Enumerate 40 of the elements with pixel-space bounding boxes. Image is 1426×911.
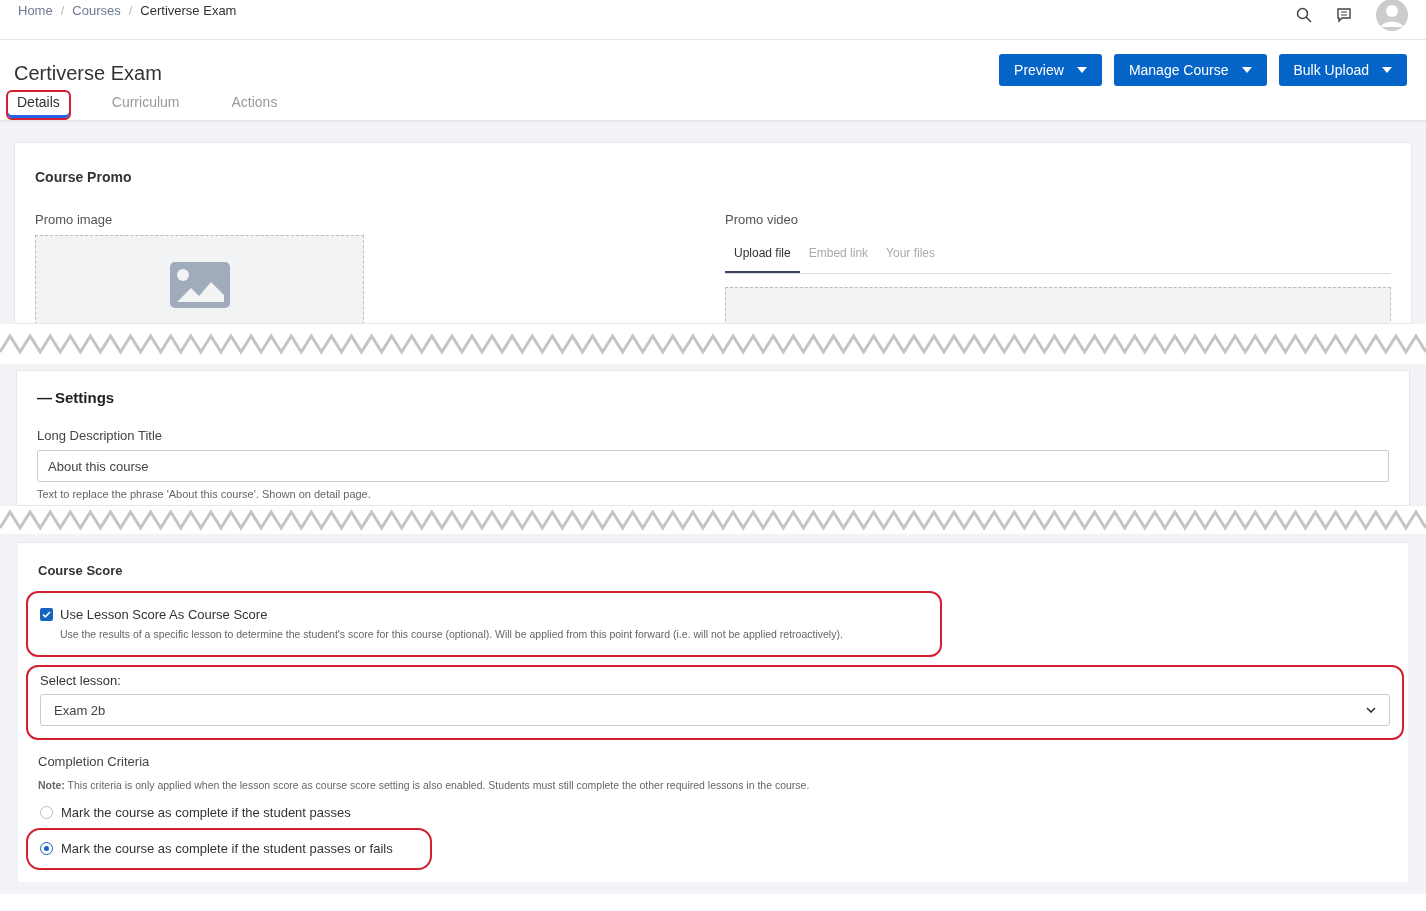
field-label: Long Description Title [37, 426, 163, 445]
text-field[interactable]: About this course [37, 450, 1389, 482]
help-text: Text to replace the phrase 'About this course'. Shown on detail page. [37, 487, 372, 502]
select-field[interactable]: Exam 2b [40, 694, 1390, 727]
dropdown-button[interactable]: Manage Course [1113, 54, 1267, 86]
section-title: Settings [55, 388, 115, 408]
collapse-toggle[interactable]: — [37, 387, 52, 410]
breadcrumb-link[interactable]: Home [18, 0, 53, 21]
breadcrumb-separator: / [60, 1, 65, 20]
section-title: Course Promo [35, 168, 133, 187]
dropdown-button[interactable]: Bulk Upload [1278, 54, 1407, 86]
checkbox[interactable] [40, 607, 53, 621]
dropdown-button[interactable]: Preview [999, 54, 1102, 86]
caret-icon [1076, 67, 1087, 73]
field-label: Promo image [35, 211, 114, 229]
select-value: Exam 2b [54, 701, 106, 720]
radio-label: Mark the course as complete if the student passes or fails [61, 840, 393, 858]
tab[interactable]: Curriculum [100, 90, 191, 120]
chevron-down-icon [1366, 707, 1376, 714]
checkbox-label: Use Lesson Score As Course Score [60, 605, 268, 624]
tab[interactable]: Actions [220, 90, 289, 120]
breadcrumb-link[interactable]: Certiverse Exam [140, 0, 237, 21]
image-icon [169, 261, 230, 308]
caret-icon [1382, 67, 1392, 73]
field-label: Completion Criteria [38, 753, 151, 772]
check-icon [42, 609, 51, 619]
breadcrumb-separator: / [128, 1, 133, 20]
field-label: Select lesson: [40, 671, 122, 690]
tab[interactable]: Upload file [725, 243, 800, 273]
page-title: Certiverse Exam [14, 61, 162, 86]
tab[interactable]: Details [6, 90, 71, 120]
note-text: Note: This criteria is only applied when the lesson score as course score setting is also enabled. Students must still complete the other required lessons in the course. [38, 777, 811, 793]
caret-icon [1241, 67, 1252, 73]
field-label: Promo video [725, 211, 799, 229]
search-icon[interactable] [1296, 6, 1312, 23]
breadcrumb-link[interactable]: Courses [72, 0, 121, 21]
help-text: Use the results of a specific lesson to determine the student's score for this course (optional). Will be applied from this point forward (i.e. will not be applied retroactively). [59, 627, 844, 642]
section-title: Course Score [37, 562, 124, 580]
chat-icon[interactable] [1336, 6, 1352, 23]
radio-label: Mark the course as complete if the student passes [61, 803, 351, 822]
